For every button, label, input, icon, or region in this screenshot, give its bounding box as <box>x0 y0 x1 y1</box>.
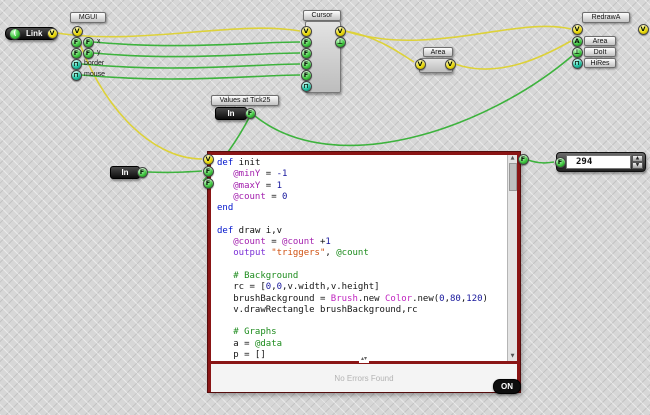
code-line: output "triggers", @count <box>217 248 517 259</box>
value-display: 294 ▲ ▼ <box>556 152 646 172</box>
code-line: @maxY = 1 <box>217 181 517 192</box>
redraw-hires-label: HiRes <box>584 58 616 68</box>
scroll-up-icon[interactable]: ▲ <box>508 155 517 162</box>
code-line <box>217 214 517 225</box>
wire-in-to-ruby <box>147 171 202 172</box>
error-text: No Errors Found <box>334 374 393 383</box>
mgui-y-out-port[interactable]: F <box>83 48 94 59</box>
cursor-view-in-port[interactable]: V <box>301 26 312 37</box>
cursor-float-in-2-port[interactable]: F <box>301 48 312 59</box>
wire-tick-to-redraw-doit <box>255 56 572 145</box>
wire-mgui-x-to-cursor <box>93 42 300 46</box>
wire-cursor-to-area <box>345 31 414 62</box>
wire-link-to-cursor <box>57 28 300 37</box>
redraw-area-in-port[interactable]: A <box>572 36 583 47</box>
code-line: @minY = -1 <box>217 169 517 180</box>
tick-float-out-port[interactable]: F <box>245 108 256 119</box>
redraw-module-title[interactable]: RedrawA <box>582 12 630 23</box>
mgui-border-port[interactable]: ⊓ <box>71 59 82 70</box>
input-module-box[interactable]: In <box>110 166 140 179</box>
wire-mgui-border-to-cursor <box>81 64 300 68</box>
area-view-in-port[interactable]: V <box>415 59 426 70</box>
code-line: # Graphs <box>217 327 517 338</box>
cursor-trigger-out-port[interactable]: ⊥ <box>335 37 346 48</box>
mgui-x-out-port[interactable]: F <box>83 37 94 48</box>
code-line: def draw i,v <box>217 226 517 237</box>
mgui-y-in-port[interactable]: F <box>71 48 82 59</box>
value-spinner: ▲ ▼ <box>632 155 643 169</box>
wire-area-to-redraw <box>455 41 571 69</box>
ruby-float-in-2-port[interactable]: F <box>203 178 214 189</box>
link-view-out-port[interactable]: V <box>47 28 58 39</box>
link-label: Link <box>26 28 42 40</box>
wire-mgui-y-to-cursor <box>93 53 300 57</box>
mgui-mouse-port[interactable]: ⊓ <box>71 70 82 81</box>
cursor-float-in-1-port[interactable]: F <box>301 37 312 48</box>
value-float-in-port[interactable]: F <box>555 157 566 168</box>
code-line: @count = @count +1 <box>217 237 517 248</box>
code-line: v.drawRectangle brushBackground,rc <box>217 305 517 316</box>
spin-down-icon[interactable]: ▼ <box>632 162 643 169</box>
spin-up-icon[interactable]: ▲ <box>632 155 643 162</box>
redraw-view-in-port[interactable]: V <box>572 24 583 35</box>
code-lines: def init @minY = -1 @maxY = 1 @count = 0… <box>211 155 517 361</box>
wire-cursor-to-redraw-view <box>345 26 571 40</box>
link-paren-icon: ( <box>9 28 21 40</box>
value-field[interactable]: 294 <box>566 155 631 169</box>
splitter-grip-icon[interactable]: ▴▾ <box>359 355 369 363</box>
area-module-title[interactable]: Area <box>423 47 453 57</box>
code-line: def init <box>217 158 517 169</box>
cursor-float-in-3-port[interactable]: F <box>301 59 312 70</box>
scroll-down-icon[interactable]: ▼ <box>508 353 517 360</box>
code-line: @count = 0 <box>217 192 517 203</box>
schematic-canvas[interactable]: ( Link MGUI x y border mouse Cursor Area… <box>0 0 650 415</box>
redraw-view-out-port[interactable]: V <box>638 24 649 35</box>
mgui-border-label: border <box>84 60 104 68</box>
code-scrollbar[interactable]: ▲ ▼ <box>507 155 517 361</box>
error-bar: ▴▾ No Errors Found <box>211 361 517 392</box>
redraw-doit-label: DoIt <box>584 47 616 57</box>
code-line: end <box>217 203 517 214</box>
cursor-view-out-port[interactable]: V <box>335 26 346 37</box>
ruby-view-in-port[interactable]: V <box>203 154 214 165</box>
wire-mgui-mouse-to-cursor <box>81 75 300 79</box>
ruby-float-in-1-port[interactable]: F <box>203 166 214 177</box>
mgui-y-label: y <box>97 49 101 57</box>
code-editor[interactable]: def init @minY = -1 @maxY = 1 @count = 0… <box>211 155 517 361</box>
mgui-mouse-label: mouse <box>84 71 105 79</box>
mgui-x-label: x <box>97 38 101 46</box>
tick-module-title[interactable]: Values at Tick25 <box>211 95 279 106</box>
cursor-module-title[interactable]: Cursor <box>303 10 341 21</box>
code-line: # Background <box>217 271 517 282</box>
cursor-bool-in-port[interactable]: ⊓ <box>301 81 312 92</box>
code-line: a = @data <box>217 339 517 350</box>
input-float-out-port[interactable]: F <box>137 167 148 178</box>
mgui-x-in-port[interactable]: F <box>71 37 82 48</box>
redraw-hires-in-port[interactable]: ⊓ <box>572 58 583 69</box>
code-line: brushBackground = Brush.new Color.new(0,… <box>217 294 517 305</box>
mgui-module-title[interactable]: MGUI <box>70 12 106 23</box>
scroll-thumb[interactable] <box>509 163 517 191</box>
ruby-code-node[interactable]: def init @minY = -1 @maxY = 1 @count = 0… <box>208 152 520 392</box>
code-line: rc = [0,0,v.width,v.height] <box>217 282 517 293</box>
ruby-float-out-port[interactable]: F <box>518 154 529 165</box>
cursor-float-in-4-port[interactable]: F <box>301 70 312 81</box>
wire-ruby-to-value <box>528 160 554 163</box>
redraw-doit-in-port[interactable]: ⊥ <box>572 47 583 58</box>
mgui-view-out-port[interactable]: V <box>72 26 83 37</box>
on-toggle[interactable]: ON <box>493 379 521 394</box>
code-line <box>217 260 517 271</box>
area-view-out-port[interactable]: V <box>445 59 456 70</box>
tick-in-box[interactable]: In <box>215 107 247 120</box>
code-line <box>217 316 517 327</box>
redraw-area-label: Area <box>584 36 616 46</box>
